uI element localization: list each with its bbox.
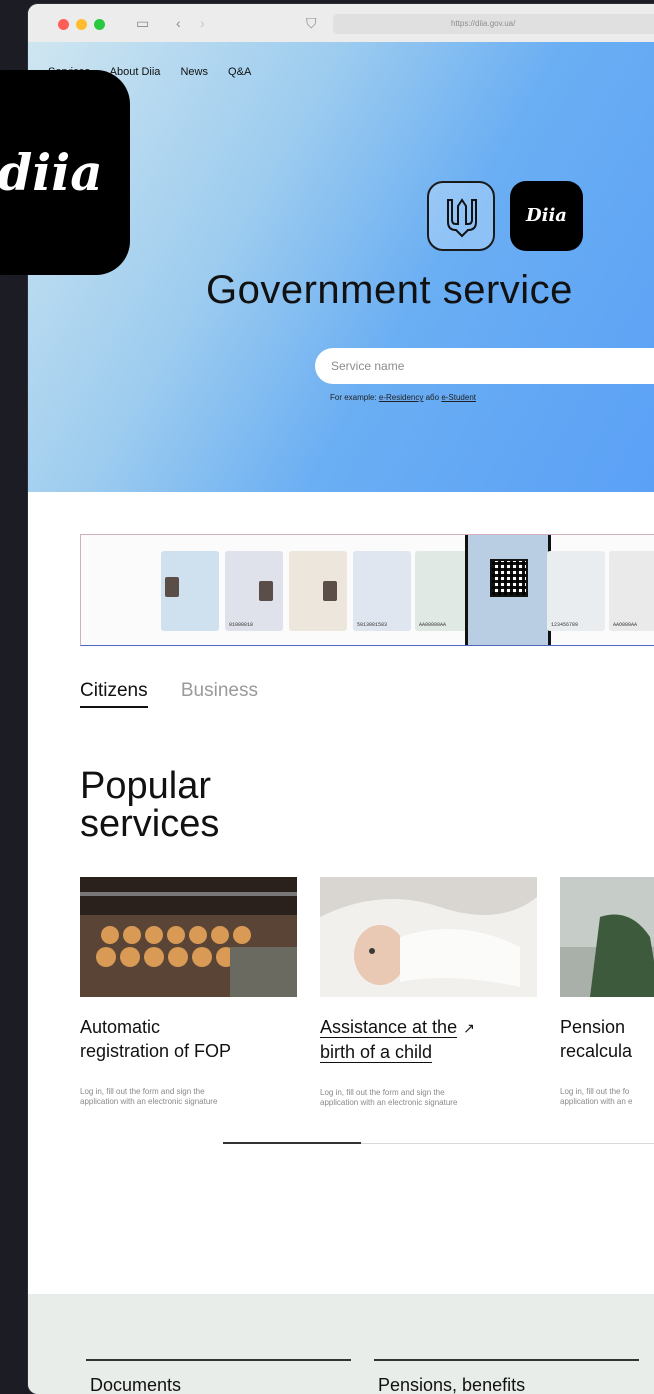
driver-license-card: 123456789: [547, 551, 605, 631]
beach-person-image: [560, 877, 654, 997]
service-card-fop[interactable]: Automatic registration of FOP Log in, fi…: [80, 877, 297, 1107]
taxpayer-card: 5013001583: [353, 551, 411, 631]
service-description: Log in, fill out the form and sign the a…: [80, 1087, 218, 1106]
example-link-residency[interactable]: e-Residency: [379, 393, 423, 402]
service-title: Automatic registration of FOP: [80, 1017, 232, 1061]
category-documents[interactable]: Documents: [86, 1359, 351, 1394]
service-card-birth[interactable]: Assistance at the ↗ birth of a child Log …: [320, 877, 537, 1108]
external-link-arrow-icon: ↗: [463, 1020, 475, 1036]
nav-item-news[interactable]: News: [180, 66, 208, 78]
search-examples: For example: e-Residency або e-Student: [330, 393, 476, 402]
document-cards-strip: 01000018 5013001583 AA00000AA 123456789 …: [80, 534, 654, 646]
address-bar[interactable]: https://diia.gov.ua/: [333, 14, 654, 34]
maximize-window-button[interactable]: [94, 19, 105, 30]
nav-item-about[interactable]: About Diia: [110, 66, 161, 78]
title-line-1: Popular: [80, 765, 211, 807]
foreign-passport-card: [289, 551, 347, 631]
shield-icon[interactable]: ⛉: [306, 14, 317, 32]
minimize-window-button[interactable]: [76, 19, 87, 30]
search-input[interactable]: Service name: [315, 348, 654, 384]
nav-item-qa[interactable]: Q&A: [228, 66, 251, 78]
categories-section: Documents Pensions, benefits: [28, 1294, 654, 1394]
hero-title: Government service: [206, 268, 573, 312]
diia-app-icon: diia: [0, 70, 130, 275]
baking-tray-image: [80, 877, 297, 997]
forward-arrow-icon[interactable]: ›: [200, 14, 205, 32]
category-pensions[interactable]: Pensions, benefits: [374, 1359, 639, 1394]
passport-card: [161, 551, 219, 631]
audience-tabs: Citizens Business: [80, 680, 258, 708]
tab-business[interactable]: Business: [181, 680, 258, 701]
service-title: Pension recalcula: [560, 1017, 633, 1061]
examples-middle: або: [423, 393, 442, 402]
service-title[interactable]: Assistance at the ↗ birth of a child: [320, 1015, 537, 1064]
coat-of-arms-icon: [427, 181, 495, 251]
sidebar-toggle-icon[interactable]: ▭: [136, 14, 149, 32]
back-arrow-icon[interactable]: ‹: [176, 14, 181, 32]
id-card: 01000018: [225, 551, 283, 631]
title-line-2: services: [80, 803, 220, 845]
qr-code-panel[interactable]: [465, 535, 551, 645]
qr-code-icon: [490, 559, 528, 597]
browser-toolbar: ▭ ‹ › ⛉ https://diia.gov.ua/: [28, 4, 654, 43]
service-card-pension[interactable]: Pension recalcula Log in, fill out the f…: [560, 877, 654, 1107]
baby-image: [320, 877, 537, 997]
diia-logo[interactable]: Diia: [510, 181, 583, 251]
service-description: Log in, fill out the fo application with…: [560, 1087, 633, 1106]
popular-services-title: Popular services: [80, 767, 219, 843]
tab-citizens[interactable]: Citizens: [80, 680, 148, 708]
close-window-button[interactable]: [58, 19, 69, 30]
service-description: Log in, fill out the form and sign the a…: [320, 1088, 458, 1107]
carousel-scroll-thumb[interactable]: [223, 1142, 361, 1144]
example-link-student[interactable]: e-Student: [441, 393, 476, 402]
examples-prefix: For example:: [330, 393, 379, 402]
registration-card: AAO000AA: [609, 551, 654, 631]
